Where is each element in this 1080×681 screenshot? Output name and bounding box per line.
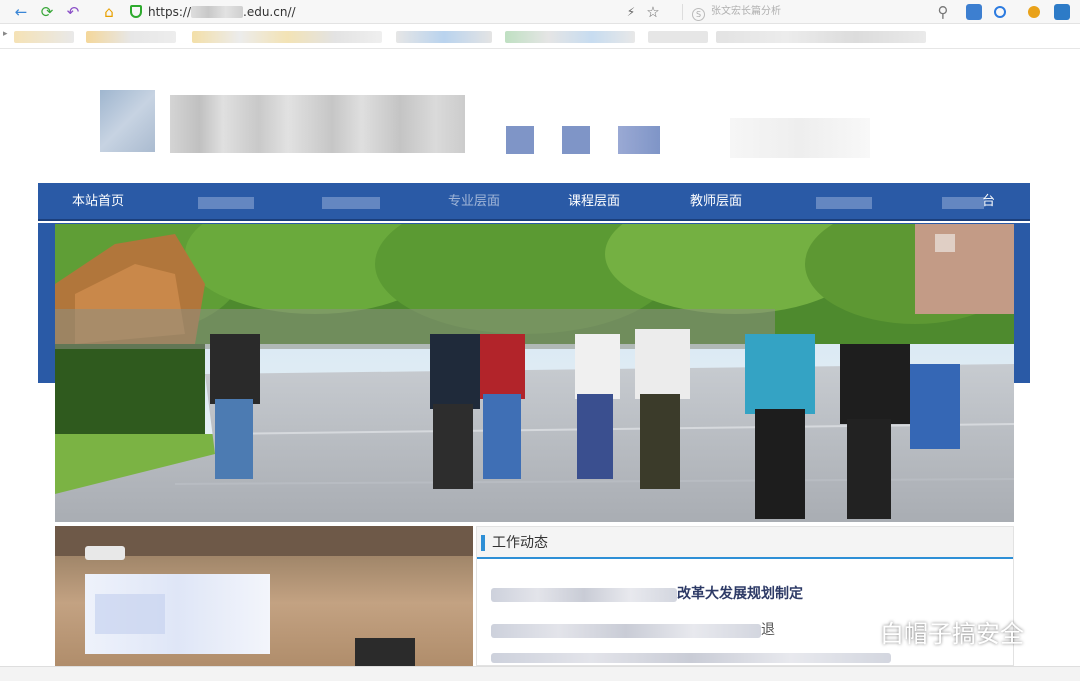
campus-banner-image	[55, 224, 1014, 522]
undo-icon[interactable]: ↶	[64, 3, 82, 21]
news-item[interactable]	[491, 651, 1011, 666]
news-item[interactable]: 改革大发展规划制定	[491, 584, 1011, 604]
extension-icon[interactable]	[966, 4, 982, 20]
section-marker	[481, 535, 485, 551]
shield-icon	[130, 5, 142, 18]
magnifier-extension-icon[interactable]	[1054, 4, 1070, 20]
bookmark-item[interactable]	[86, 31, 176, 43]
key-icon[interactable]	[1028, 6, 1040, 18]
search-icon[interactable]: ⚲	[934, 3, 952, 21]
browser-status-bar	[0, 666, 1080, 681]
bookmark-item[interactable]	[648, 31, 708, 43]
classroom-image	[55, 526, 473, 666]
main-nav: 本站首页 专业层面 课程层面 教师层面 台	[38, 183, 1030, 221]
star-icon[interactable]: ☆	[644, 3, 662, 21]
nav-item-course[interactable]: 课程层面	[568, 183, 620, 221]
bookmarks-bar: ▸	[0, 25, 1080, 49]
refresh-icon[interactable]: ⟳	[38, 3, 56, 21]
divider	[682, 4, 683, 20]
bookmark-item[interactable]	[192, 31, 382, 43]
nav-item-redacted[interactable]	[322, 197, 380, 209]
search-input[interactable]: S 张文宏长篇分析	[688, 3, 956, 21]
wechat-watermark: 白帽子搞安全	[836, 616, 1024, 652]
browser-toolbar: ← ⟳ ↶ ⌂ https:// .edu.cn// ⚡ ☆ S 张文宏长篇分析 ⚲	[0, 0, 1080, 24]
scissors-icon[interactable]	[994, 6, 1006, 18]
web-page: 本站首页 专业层面 课程层面 教师层面 台 工作动态 改革大发展规划制定 退 白…	[0, 50, 1080, 666]
bookmark-item[interactable]	[14, 31, 74, 43]
search-engine-icon: S	[692, 8, 705, 21]
bookmark-item[interactable]	[716, 31, 926, 43]
nav-item-major[interactable]: 专业层面	[448, 183, 500, 221]
news-title[interactable]: 工作动态	[492, 527, 548, 559]
bookmark-arrow-icon[interactable]: ▸	[3, 29, 8, 39]
news-item-text: 改革大发展规划制定	[677, 586, 803, 602]
news-header: 工作动态	[477, 527, 1013, 559]
nav-item-home[interactable]: 本站首页	[72, 183, 124, 221]
news-item-redacted	[491, 588, 677, 602]
home-icon[interactable]: ⌂	[100, 3, 118, 21]
news-item-text: 退	[761, 622, 775, 638]
watermark-text: 白帽子搞安全	[880, 620, 1024, 648]
wechat-icon	[837, 621, 872, 645]
url-suffix: .edu.cn//	[243, 5, 296, 19]
bookmark-item[interactable]	[396, 31, 492, 43]
search-placeholder: 张文宏长篇分析	[711, 6, 781, 17]
lightning-icon[interactable]: ⚡	[622, 3, 640, 21]
nav-item-teacher[interactable]: 教师层面	[690, 183, 742, 221]
nav-item-redacted[interactable]	[942, 197, 984, 209]
address-bar[interactable]: https:// .edu.cn//	[130, 3, 666, 21]
back-arrow-icon[interactable]: ←	[12, 3, 30, 21]
news-item-redacted	[491, 624, 761, 638]
url-prefix: https://	[148, 5, 192, 19]
news-item-redacted	[491, 653, 891, 663]
url-redacted	[191, 6, 244, 18]
nav-item-redacted[interactable]	[816, 197, 872, 209]
nav-item-platform[interactable]: 台	[982, 183, 995, 221]
nav-item-redacted[interactable]	[198, 197, 254, 209]
bookmark-item[interactable]	[505, 31, 635, 43]
